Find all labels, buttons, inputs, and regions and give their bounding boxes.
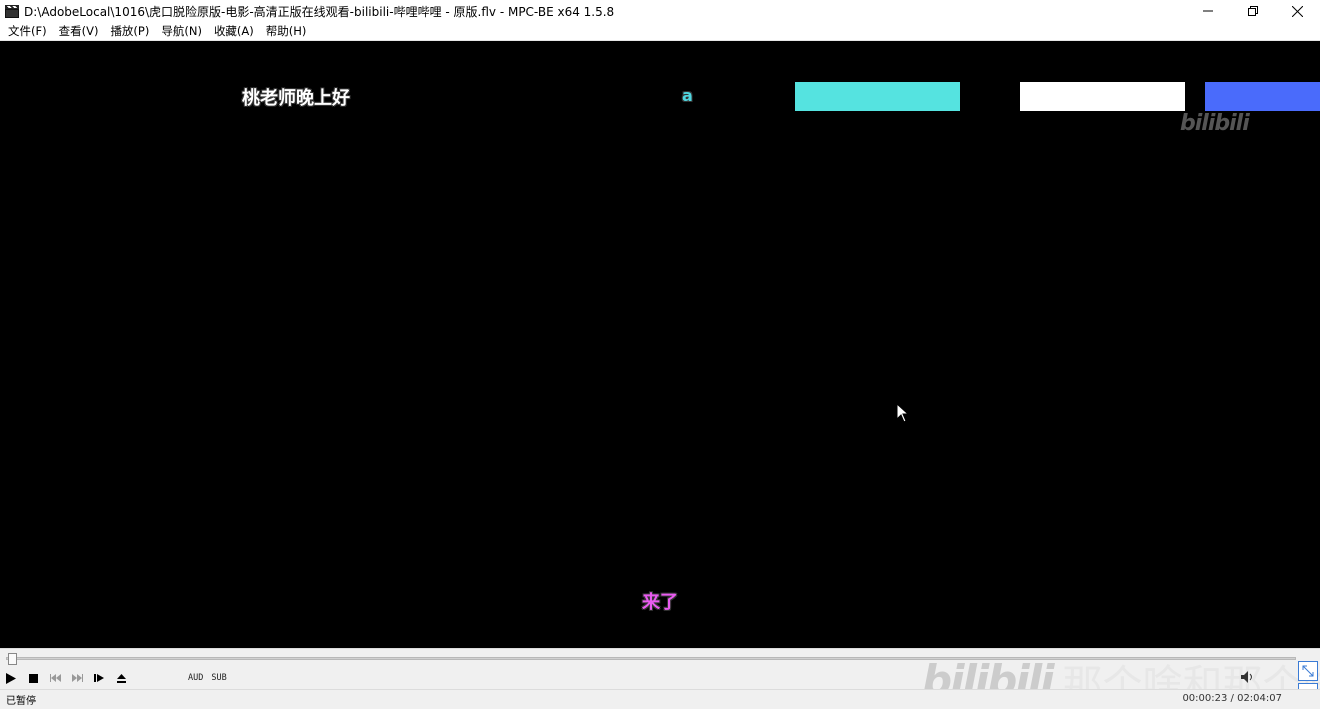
bilibili-watermark: bilibili [1180,111,1250,136]
color-block [1020,82,1185,111]
menu-navigate[interactable]: 导航(N) [155,22,208,41]
eject-button[interactable] [110,667,132,689]
eject-icon [116,673,126,683]
fullscreen-button[interactable] [1298,661,1318,681]
clapperboard-icon[interactable] [4,3,20,19]
menu-view[interactable]: 查看(V) [53,22,105,41]
play-icon [6,672,16,684]
color-block [795,82,960,111]
danmaku-comment: a [682,86,693,105]
next-icon [71,674,83,682]
subtitle-button[interactable]: SUB [207,673,230,683]
prev-button[interactable] [44,667,66,689]
seek-bar[interactable] [0,648,1320,667]
expand-icon [1302,665,1314,677]
window-title: D:\AdobeLocal\1016\虎口脱险原版-电影-高清正版在线观看-bi… [24,4,615,19]
playback-controls: AUD SUB [0,667,1320,689]
close-button[interactable] [1275,0,1320,22]
menu-play[interactable]: 播放(P) [104,22,155,41]
menu-help[interactable]: 帮助(H) [260,22,313,41]
menu-file[interactable]: 文件(F) [2,22,53,41]
next-button[interactable] [66,667,88,689]
audio-track-button[interactable]: AUD [184,673,207,683]
minimize-button[interactable] [1185,0,1230,22]
playback-status: 已暂停 [6,696,36,707]
menu-bar: 文件(F) 查看(V) 播放(P) 导航(N) 收藏(A) 帮助(H) [0,22,1320,41]
time-display: 00:00:23 / 02:04:07 [1182,693,1282,704]
stop-icon [28,673,38,683]
play-button[interactable] [0,667,22,689]
danmaku-comment: 桃老师晚上好 [242,88,350,109]
video-area[interactable]: 桃老师晚上好 a bilibili 来了 [0,41,1320,648]
frame-step-icon [94,674,104,682]
danmaku-comment: 来了 [642,592,678,613]
menu-favorites[interactable]: 收藏(A) [208,22,260,41]
volume-icon[interactable] [1240,670,1254,684]
title-bar[interactable]: D:\AdobeLocal\1016\虎口脱险原版-电影-高清正版在线观看-bi… [0,0,1320,22]
restore-button[interactable] [1230,0,1275,22]
restore-icon [1247,6,1258,16]
prev-icon [49,674,61,682]
frame-step-button[interactable] [88,667,110,689]
minimize-icon [1202,10,1213,12]
seek-thumb[interactable] [8,653,17,665]
status-bar: 已暂停 00:00:23 / 02:04:07 [0,689,1320,709]
seek-track[interactable] [6,657,1296,660]
color-block [1205,82,1320,111]
mouse-cursor-icon [896,403,910,423]
stop-button[interactable] [22,667,44,689]
close-icon [1292,5,1303,17]
